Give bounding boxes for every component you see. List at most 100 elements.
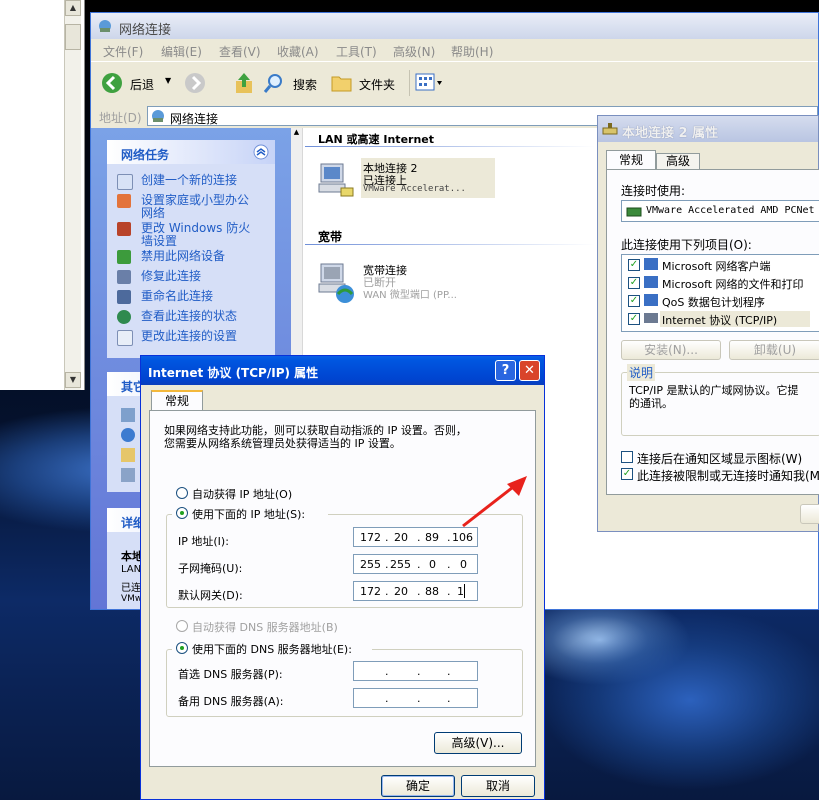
subnet-mask-field[interactable]: 255 . 255 . 0 . 0 bbox=[353, 554, 478, 574]
auto-ip-label[interactable]: 自动获得 IP 地址(O) bbox=[192, 486, 292, 502]
mask-octet: 255 bbox=[360, 558, 381, 571]
menu-advanced[interactable]: 高级(N) bbox=[393, 43, 435, 60]
properties-titlebar[interactable]: 本地连接 2 属性 bbox=[598, 116, 818, 142]
local-connection-2-item[interactable]: 本地连接 2 已连接上 VMware Accelerat... bbox=[317, 158, 495, 206]
install-button[interactable]: 安装(N)... bbox=[621, 340, 721, 360]
task-change-settings[interactable]: 更改此连接的设置 bbox=[117, 330, 267, 346]
component-item[interactable]: Internet 协议 (TCP/IP) bbox=[662, 312, 777, 328]
notify-checkbox[interactable]: ✓ bbox=[621, 468, 633, 480]
up-folder-icon[interactable] bbox=[233, 71, 255, 95]
manual-ip-radio[interactable] bbox=[176, 507, 188, 519]
uninstall-button[interactable]: 卸载(U) bbox=[729, 340, 819, 360]
task-view-status[interactable]: 查看此连接的状态 bbox=[117, 310, 267, 324]
default-gateway-field[interactable]: 172 . 20 . 88 . 1 bbox=[353, 581, 478, 601]
mask-octet: 255 bbox=[390, 558, 411, 571]
task-create-connection[interactable]: 创建一个新的连接 bbox=[117, 174, 267, 190]
views-icon[interactable] bbox=[415, 73, 443, 93]
help-button[interactable]: ? bbox=[495, 360, 516, 381]
back-arrow-icon bbox=[102, 73, 122, 93]
control-panel-icon[interactable] bbox=[121, 408, 135, 422]
scroll-up-icon[interactable]: ▲ bbox=[292, 128, 301, 137]
search-button[interactable]: 搜索 bbox=[263, 72, 325, 94]
component-checkbox[interactable]: ✓ bbox=[628, 313, 640, 325]
scroll-down-icon[interactable]: ▼ bbox=[65, 372, 81, 388]
tab-advanced[interactable]: 高级 bbox=[656, 153, 700, 170]
back-button[interactable]: 后退 ▼ bbox=[101, 72, 176, 94]
pane-scrollbar[interactable]: ▲ bbox=[291, 128, 303, 358]
back-dropdown-icon[interactable]: ▼ bbox=[165, 76, 171, 85]
scroll-thumb[interactable] bbox=[65, 24, 81, 50]
properties-ok-button[interactable] bbox=[800, 504, 819, 524]
menu-tools[interactable]: 工具(T) bbox=[336, 43, 377, 60]
component-item[interactable]: QoS 数据包计划程序 bbox=[662, 294, 765, 310]
auto-dns-label[interactable]: 自动获得 DNS 服务器地址(B) bbox=[192, 619, 338, 635]
task-disable-device[interactable]: 禁用此网络设备 bbox=[117, 250, 267, 264]
mask-octet: 0 bbox=[460, 558, 467, 571]
notify-label[interactable]: 此连接被限制或无连接时通知我(M) bbox=[637, 467, 819, 484]
broadband-connection-item[interactable]: 宽带连接 已断开 WAN 微型端口 (PP... bbox=[317, 260, 495, 308]
ok-button[interactable]: 确定 bbox=[381, 775, 455, 797]
items-label: 此连接使用下列项目(O): bbox=[621, 238, 752, 252]
tab-general[interactable]: 常规 bbox=[151, 390, 203, 411]
scroll-up-icon[interactable]: ▲ bbox=[65, 0, 81, 16]
disable-device-icon bbox=[117, 250, 131, 264]
auto-dns-radio[interactable] bbox=[176, 620, 188, 632]
address-label: 地址(D) bbox=[99, 111, 142, 125]
components-list[interactable]: ✓ Microsoft 网络客户端 ✓ Microsoft 网络的文件和打印 ✓… bbox=[621, 254, 819, 332]
menu-edit[interactable]: 编辑(E) bbox=[161, 43, 202, 60]
section-broadband-title: 宽带 bbox=[318, 230, 343, 244]
gateway-label: 默认网关(D): bbox=[178, 589, 243, 602]
cancel-button[interactable]: 取消 bbox=[461, 775, 535, 797]
manual-dns-radio[interactable] bbox=[176, 642, 188, 654]
protocol-icon bbox=[644, 313, 658, 323]
menu-help[interactable]: 帮助(H) bbox=[451, 43, 493, 60]
task-repair-connection[interactable]: 修复此连接 bbox=[117, 270, 267, 284]
tasks-list: 创建一个新的连接 设置家庭或小型办公网络 更改 Windows 防火墙设置 禁用… bbox=[107, 164, 275, 358]
manual-ip-label[interactable]: 使用下面的 IP 地址(S): bbox=[192, 506, 305, 522]
dialog-titlebar[interactable]: Internet 协议 (TCP/IP) 属性 ? ✕ bbox=[141, 356, 544, 385]
task-setup-home-network[interactable]: 设置家庭或小型办公网络 bbox=[117, 194, 267, 220]
folders-button[interactable]: 文件夹 bbox=[331, 72, 401, 94]
collapse-chevron-icon[interactable] bbox=[253, 144, 269, 160]
show-icon-checkbox[interactable] bbox=[621, 451, 633, 463]
menu-favorites[interactable]: 收藏(A) bbox=[277, 43, 319, 60]
forward-arrow-icon[interactable] bbox=[184, 72, 206, 94]
auto-ip-radio[interactable] bbox=[176, 487, 188, 499]
details-line: 已连 bbox=[121, 583, 141, 594]
network-tasks-title: 网络任务 bbox=[121, 148, 170, 162]
search-label: 搜索 bbox=[293, 78, 318, 92]
preferred-dns-field[interactable]: ... bbox=[353, 661, 478, 681]
advanced-button[interactable]: 高级(V)... bbox=[434, 732, 522, 754]
properties-general-panel: 连接时使用: VMware Accelerated AMD PCNet 此连接使… bbox=[606, 169, 819, 495]
show-icon-label[interactable]: 连接后在通知区域显示图标(W) bbox=[637, 450, 802, 467]
component-checkbox[interactable]: ✓ bbox=[628, 295, 640, 307]
task-firewall-settings[interactable]: 更改 Windows 防火墙设置 bbox=[117, 222, 267, 248]
component-checkbox[interactable]: ✓ bbox=[628, 259, 640, 271]
background-scrollbar[interactable]: ▲ ▼ bbox=[64, 0, 81, 390]
menu-file[interactable]: 文件(F) bbox=[103, 43, 143, 60]
network-places-icon[interactable] bbox=[121, 428, 135, 442]
properties-title: 本地连接 2 属性 bbox=[622, 126, 719, 141]
section-lan-title: LAN 或高速 Internet bbox=[318, 133, 435, 146]
my-computer-icon[interactable] bbox=[121, 468, 135, 482]
broadband-connection-icon bbox=[318, 263, 354, 303]
close-button[interactable]: ✕ bbox=[519, 360, 540, 381]
component-item[interactable]: Microsoft 网络的文件和打印 bbox=[662, 276, 804, 292]
connection-device: VMware Accelerat... bbox=[363, 184, 466, 194]
task-rename-connection[interactable]: 重命名此连接 bbox=[117, 290, 267, 304]
folder-icon bbox=[331, 76, 352, 92]
window-title: 网络连接 bbox=[119, 23, 172, 38]
tab-general[interactable]: 常规 bbox=[606, 150, 656, 170]
window-titlebar[interactable]: 网络连接 bbox=[91, 13, 818, 39]
back-label: 后退 bbox=[130, 78, 155, 92]
network-tasks-header[interactable]: 网络任务 bbox=[107, 140, 275, 164]
manual-dns-label[interactable]: 使用下面的 DNS 服务器地址(E): bbox=[192, 641, 352, 657]
my-documents-icon[interactable] bbox=[121, 448, 135, 462]
network-adapter-icon bbox=[602, 123, 618, 135]
qos-icon bbox=[644, 294, 658, 306]
menu-bar: 文件(F) 编辑(E) 查看(V) 收藏(A) 工具(T) 高级(N) 帮助(H… bbox=[91, 39, 818, 61]
alternate-dns-field[interactable]: ... bbox=[353, 688, 478, 708]
menu-view[interactable]: 查看(V) bbox=[219, 43, 261, 60]
component-item[interactable]: Microsoft 网络客户端 bbox=[662, 258, 771, 274]
component-checkbox[interactable]: ✓ bbox=[628, 277, 640, 289]
